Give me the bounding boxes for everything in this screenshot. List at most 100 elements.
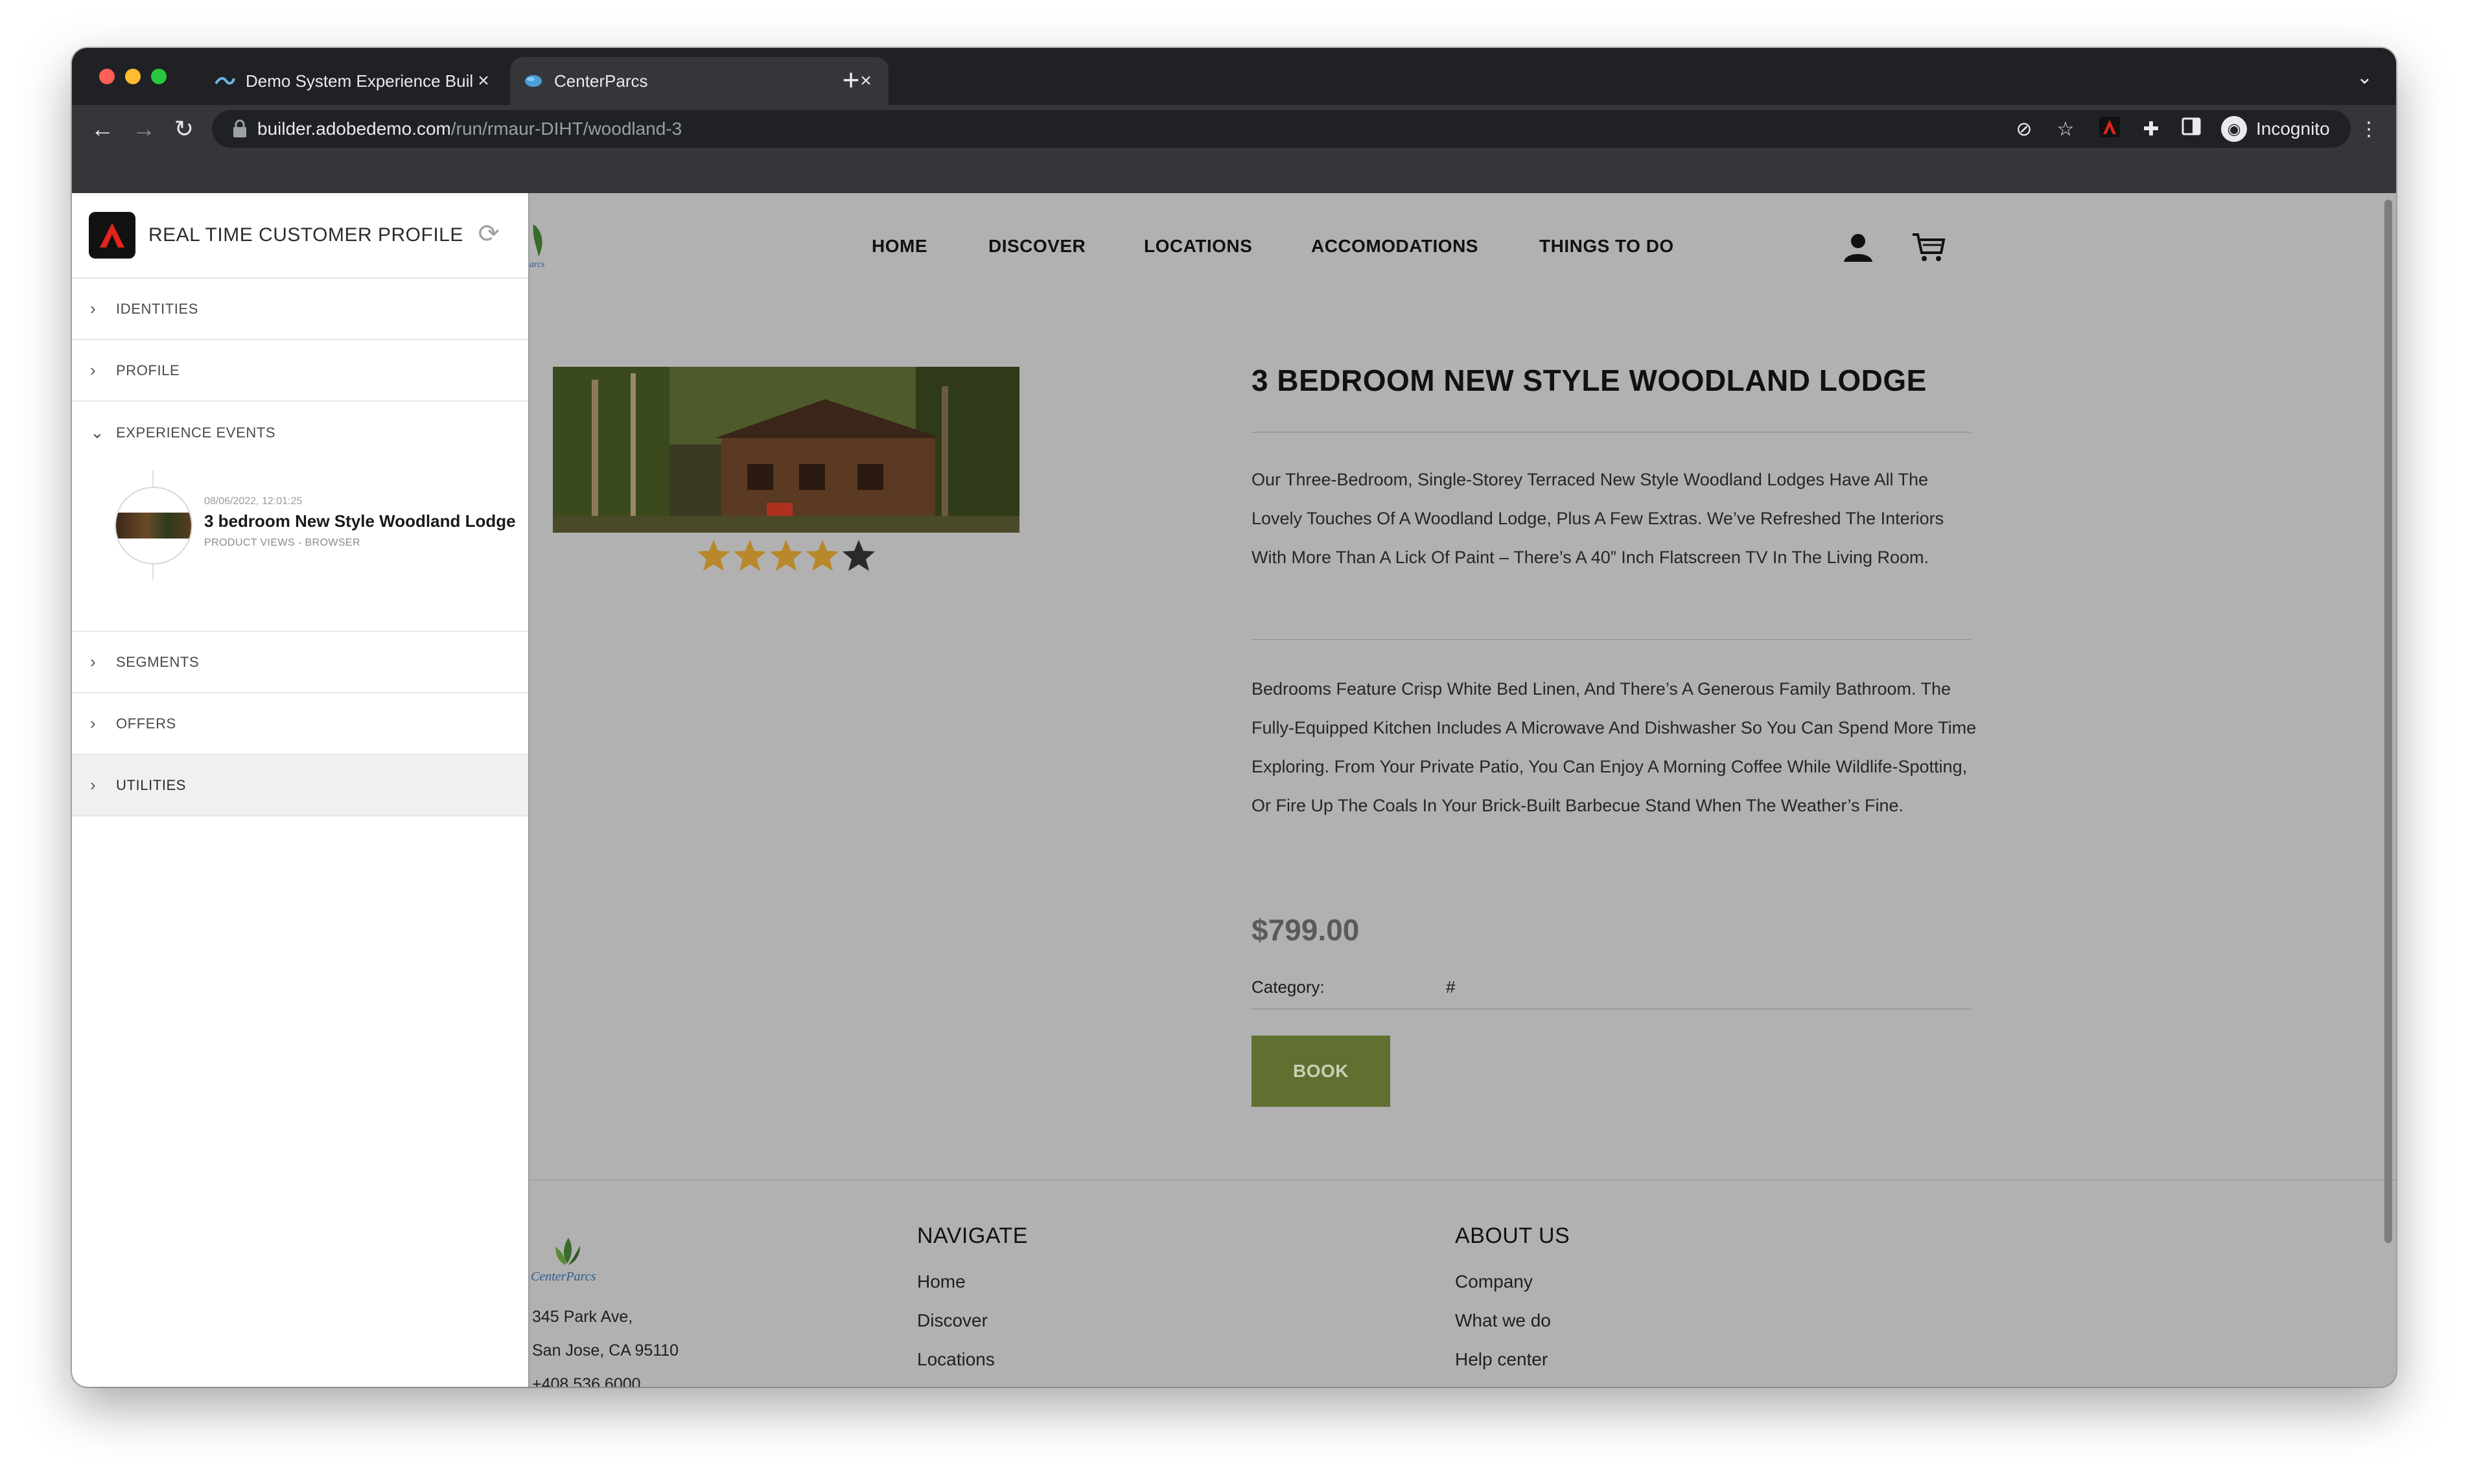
nav-locations[interactable]: LOCATIONS <box>1144 236 1252 257</box>
star-filled-icon <box>806 540 839 571</box>
footer-about-heading: ABOUT US <box>1455 1223 1570 1248</box>
eye-slash-icon[interactable]: ⊘ <box>2011 117 2037 143</box>
incognito-indicator[interactable]: ◉ Incognito <box>2215 111 2344 146</box>
centerparcs-footer-logo[interactable]: CenterParcs <box>530 1234 601 1292</box>
footer-link-discover[interactable]: Discover <box>917 1310 988 1331</box>
chevron-right-icon: › <box>90 713 97 733</box>
bookmarks-bar <box>72 153 2396 193</box>
accordion-label: UTILITIES <box>116 776 187 793</box>
nav-discover[interactable]: DISCOVER <box>988 236 1086 257</box>
star-filled-icon <box>770 540 802 571</box>
experience-event-list: 08/06/2022, 12:01:25 3 bedroom New Style… <box>72 463 528 632</box>
chevron-down-icon: ⌄ <box>90 423 105 442</box>
panel-title: REAL TIME CUSTOMER PROFILE <box>148 224 463 246</box>
close-tab-icon[interactable]: × <box>474 70 493 92</box>
centerparcs-favicon-icon <box>525 75 542 87</box>
user-account-icon[interactable] <box>1843 232 1874 263</box>
accordion-experience-events[interactable]: ⌄ EXPERIENCE EVENTS <box>72 402 528 463</box>
extensions-puzzle-icon[interactable]: ✚ <box>2138 117 2164 143</box>
footer-link-what-we-do[interactable]: What we do <box>1455 1310 1551 1331</box>
incognito-icon: ◉ <box>2221 116 2247 142</box>
svg-text:CenterParcs: CenterParcs <box>531 1270 596 1284</box>
adobe-extension-icon[interactable] <box>2097 117 2123 143</box>
product-price: $799.00 <box>1251 913 1360 947</box>
browser-toolbar: ← → ↻ builder.adobedemo.com/run/rmaur-DI… <box>72 105 2396 153</box>
accordion-utilities[interactable]: › UTILITIES <box>72 755 528 817</box>
accordion-profile[interactable]: › PROFILE <box>72 340 528 402</box>
nav-things-to-do[interactable]: THINGS TO DO <box>1539 236 1674 257</box>
maximize-window-button[interactable] <box>151 69 167 84</box>
description-divider <box>1251 639 1971 640</box>
tab-demo-system[interactable]: Demo System Experience Buil × <box>202 57 506 105</box>
nav-home[interactable]: HOME <box>872 236 927 257</box>
tab-title: Demo System Experience Buil <box>246 71 474 91</box>
footer-link-company[interactable]: Company <box>1455 1271 1533 1292</box>
book-button[interactable]: BOOK <box>1251 1036 1390 1107</box>
shopping-cart-icon[interactable] <box>1911 232 1946 263</box>
url-path: /run/rmaur-DIHT/woodland-3 <box>450 119 682 139</box>
forward-arrow-icon[interactable]: → <box>129 114 159 144</box>
footer-phone: +408 536 6000 <box>532 1375 641 1387</box>
reload-icon[interactable]: ↻ <box>169 114 199 144</box>
page-scrollbar[interactable] <box>2384 200 2392 1243</box>
incognito-label: Incognito <box>2256 119 2330 139</box>
product-title: 3 BEDROOM NEW STYLE WOODLAND LODGE <box>1251 364 1927 397</box>
refresh-icon[interactable]: ⟳ <box>478 219 500 249</box>
star-filled-icon <box>697 540 730 571</box>
rating-stars <box>695 538 877 574</box>
lock-icon <box>233 119 246 137</box>
event-type: PRODUCT VIEWS - BROWSER <box>204 537 360 548</box>
event-title[interactable]: 3 bedroom New Style Woodland Lodge <box>204 511 516 531</box>
real-time-customer-profile-panel: REAL TIME CUSTOMER PROFILE ⟳ › IDENTITIE… <box>72 193 530 1387</box>
footer-address-line1: 345 Park Ave, <box>532 1308 633 1326</box>
accordion-label: PROFILE <box>116 362 180 378</box>
tab-search-chevron-icon[interactable]: ⌄ <box>2357 66 2373 89</box>
centerparcs-logo-icon[interactable]: arcs <box>530 218 568 270</box>
accordion-label: EXPERIENCE EVENTS <box>116 424 276 441</box>
nav-accommodations[interactable]: ACCOMODATIONS <box>1311 236 1478 257</box>
category-value[interactable]: # <box>1446 977 1455 997</box>
title-divider <box>1251 432 1971 433</box>
footer-navigate-heading: NAVIGATE <box>917 1223 1028 1248</box>
accordion-label: SEGMENTS <box>116 653 200 670</box>
adobe-logo-icon <box>89 212 135 259</box>
product-description-details: Bedrooms Feature Crisp White Bed Linen, … <box>1251 679 1977 815</box>
footer-link-home[interactable]: Home <box>917 1271 966 1292</box>
chevron-right-icon: › <box>90 299 97 318</box>
url-host: builder.adobedemo.com <box>257 119 451 139</box>
tab-title: CenterParcs <box>554 71 648 91</box>
page-viewport: REAL TIME CUSTOMER PROFILE ⟳ › IDENTITIE… <box>72 193 2396 1387</box>
category-divider <box>1251 1008 1971 1010</box>
chevron-right-icon: › <box>90 652 97 671</box>
bookmark-star-icon[interactable]: ☆ <box>2053 117 2078 143</box>
chevron-right-icon: › <box>90 360 97 380</box>
event-timestamp: 08/06/2022, 12:01:25 <box>204 496 303 507</box>
star-filled-icon <box>734 540 766 571</box>
category-label: Category: <box>1251 977 1325 997</box>
accordion-segments[interactable]: › SEGMENTS <box>72 632 528 693</box>
close-window-button[interactable] <box>99 69 115 84</box>
accordion-label: OFFERS <box>116 715 176 732</box>
svg-text:arcs: arcs <box>530 260 545 270</box>
footer-link-locations[interactable]: Locations <box>917 1349 995 1370</box>
accordion-identities[interactable]: › IDENTITIES <box>72 279 528 340</box>
tab-bar: Demo System Experience Buil × CenterParc… <box>72 48 2396 105</box>
footer-divider <box>530 1179 2396 1181</box>
woodland-lodge-image <box>553 367 1019 533</box>
more-menu-icon[interactable]: ⋮ <box>2356 117 2382 143</box>
browser-window: Demo System Experience Buil × CenterParc… <box>72 48 2396 1387</box>
footer-address-line2: San Jose, CA 95110 <box>532 1341 679 1360</box>
minimize-window-button[interactable] <box>125 69 141 84</box>
product-description: Our Three-Bedroom, Single-Storey Terrace… <box>1251 470 1944 567</box>
side-panel-icon[interactable] <box>2178 117 2204 143</box>
panel-header: REAL TIME CUSTOMER PROFILE ⟳ <box>72 193 528 279</box>
back-arrow-icon[interactable]: ← <box>87 114 117 144</box>
footer-link-help-center[interactable]: Help center <box>1455 1349 1548 1370</box>
accordion-offers[interactable]: › OFFERS <box>72 693 528 755</box>
accordion-label: IDENTITIES <box>116 300 199 317</box>
lodge-thumbnail-image <box>116 513 191 539</box>
product-page: arcs HOME DISCOVER LOCATIONS ACCOMODATIO… <box>530 193 2396 1387</box>
event-thumbnail[interactable] <box>115 487 192 564</box>
wave-favicon-icon <box>215 76 235 85</box>
new-tab-button[interactable]: + <box>832 62 870 97</box>
